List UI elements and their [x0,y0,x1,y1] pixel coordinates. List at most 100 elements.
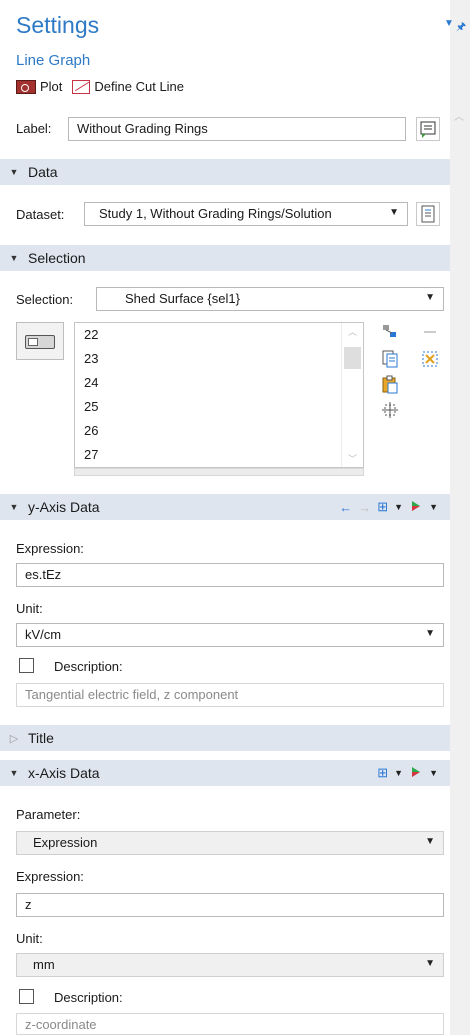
dataset-goto-button[interactable] [416,202,440,226]
x-expression-input[interactable]: z [16,893,444,917]
plot-button[interactable]: Plot [16,79,62,94]
list-horizontal-scrollbar[interactable] [74,468,364,476]
pin-icon[interactable]: 🖈 [456,18,466,37]
list-scrollbar[interactable]: ︿ ﹀ [341,323,363,467]
x-axis-section-header[interactable]: ▼ x-Axis Data ⊞ ▼ ▼ [0,760,450,786]
chevron-down-icon[interactable]: ▼ [444,18,454,29]
comment-icon [420,121,436,138]
insert-expression-icon[interactable]: ⊞ [377,499,388,515]
arrow-right-icon[interactable]: → [358,500,371,515]
chevron-down-icon: ▼ [425,836,435,847]
selection-label: Selection: [16,292,74,307]
panel-scrollbar[interactable] [450,0,470,1035]
expand-caret-icon: ▷ [9,732,19,745]
chevron-down-icon[interactable]: ▼ [394,768,403,778]
selection-value: Shed Surface {sel1} [125,291,240,306]
flag-icon[interactable] [409,499,423,516]
x-parameter-value: Expression [33,835,98,850]
cut-line-icon [72,79,91,94]
y-unit-label: Unit: [16,601,43,616]
plot-icon [16,79,36,94]
dataset-label: Dataset: [16,207,65,222]
chevron-down-icon[interactable]: ▼ [429,768,438,778]
list-item[interactable]: 23 [75,347,363,371]
chevron-down-icon: ▼ [425,628,435,639]
x-axis-tools: ⊞ ▼ ▼ [377,765,438,782]
label-input[interactable]: Without Grading Rings [68,117,406,141]
y-description-checkbox[interactable] [19,658,34,673]
zoom-to-selection-button[interactable] [380,400,400,423]
list-item[interactable]: 27 [75,443,363,467]
expand-caret-icon: ▼ [9,167,19,177]
selection-select[interactable]: Shed Surface {sel1} ▼ [96,287,444,311]
settings-panel: Settings Line Graph Plot Define Cut Line… [0,0,450,1035]
arrow-left-icon[interactable]: ← [339,500,352,515]
chevron-down-icon: ▼ [425,958,435,969]
x-axis-section-title: x-Axis Data [28,765,100,781]
label-field-label: Label: [16,121,52,136]
node-type-subtitle: Line Graph [16,52,91,69]
remove-from-selection-button[interactable] [420,322,440,345]
toggle-icon [25,335,55,349]
go-to-source-icon [421,205,435,223]
clear-selection-icon [422,351,438,367]
page-title: Settings [16,12,100,38]
minus-icon [424,331,436,333]
x-description-input[interactable]: z-coordinate [16,1013,444,1035]
x-expression-label: Expression: [16,869,84,884]
list-item[interactable]: 25 [75,395,363,419]
dataset-value: Study 1, Without Grading Rings/Solution [99,206,332,221]
define-cut-line-label: Define Cut Line [94,79,185,94]
y-axis-tools: ← → ⊞ ▼ ▼ [339,499,438,516]
toolbar: Plot Define Cut Line [16,79,184,94]
y-unit-select[interactable]: kV/cm ▼ [16,623,444,647]
y-description-input[interactable]: Tangential electric field, z component [16,683,444,707]
expand-caret-icon: ▼ [9,502,19,512]
flag-icon[interactable] [409,765,423,782]
scroll-up-icon[interactable]: ︿ [348,325,357,338]
scroll-thumb[interactable] [344,347,361,369]
list-item[interactable]: 24 [75,371,363,395]
define-cut-line-button[interactable]: Define Cut Line [72,79,184,94]
y-axis-section-title: y-Axis Data [28,499,100,515]
scroll-down-icon[interactable]: ﹀ [348,452,357,465]
selection-graph-icon [383,325,396,337]
title-section-title: Title [28,730,54,746]
x-parameter-label: Parameter: [16,807,81,822]
y-expression-input[interactable]: es.tEz [16,563,444,587]
x-description-checkbox[interactable] [19,989,34,1004]
comments-button[interactable] [416,117,440,141]
plot-label: Plot [40,79,63,94]
y-axis-section-header[interactable]: ▼ y-Axis Data ← → ⊞ ▼ ▼ [0,494,450,520]
x-unit-select[interactable]: mm ▼ [16,953,444,977]
chevron-down-icon: ▼ [389,207,399,218]
list-item[interactable]: 26 [75,419,363,443]
y-description-label: Description: [54,659,123,674]
x-parameter-select[interactable]: Expression ▼ [16,831,444,855]
x-unit-value: mm [33,957,55,972]
title-section-header[interactable]: ▷ Title [0,725,450,751]
data-section-header[interactable]: ▼ Data [0,159,450,185]
selection-section-header[interactable]: ▼ Selection [0,245,450,271]
selection-list[interactable]: 22 23 24 25 26 27 ︿ ﹀ [74,322,364,468]
copy-selection-button[interactable] [380,349,400,372]
copy-icon [382,350,398,368]
expand-caret-icon: ▼ [9,253,19,263]
dataset-select[interactable]: Study 1, Without Grading Rings/Solution … [84,202,408,226]
activate-selection-toggle[interactable] [16,322,64,360]
paste-selection-button[interactable] [380,374,400,397]
clear-selection-button[interactable] [420,349,440,372]
y-unit-value: kV/cm [25,627,62,642]
list-item[interactable]: 22 [75,323,363,347]
selection-section-title: Selection [28,250,86,266]
chevron-down-icon[interactable]: ▼ [429,502,438,512]
zoom-selection-icon [382,402,398,418]
add-to-selection-button[interactable] [380,322,400,345]
scroll-up-icon[interactable]: ︿ [454,108,464,123]
chevron-down-icon[interactable]: ▼ [394,502,403,512]
insert-expression-icon[interactable]: ⊞ [377,765,388,781]
expand-caret-icon: ▼ [9,768,19,778]
paste-icon [382,375,398,394]
y-expression-label: Expression: [16,541,84,556]
x-description-label: Description: [54,990,123,1005]
